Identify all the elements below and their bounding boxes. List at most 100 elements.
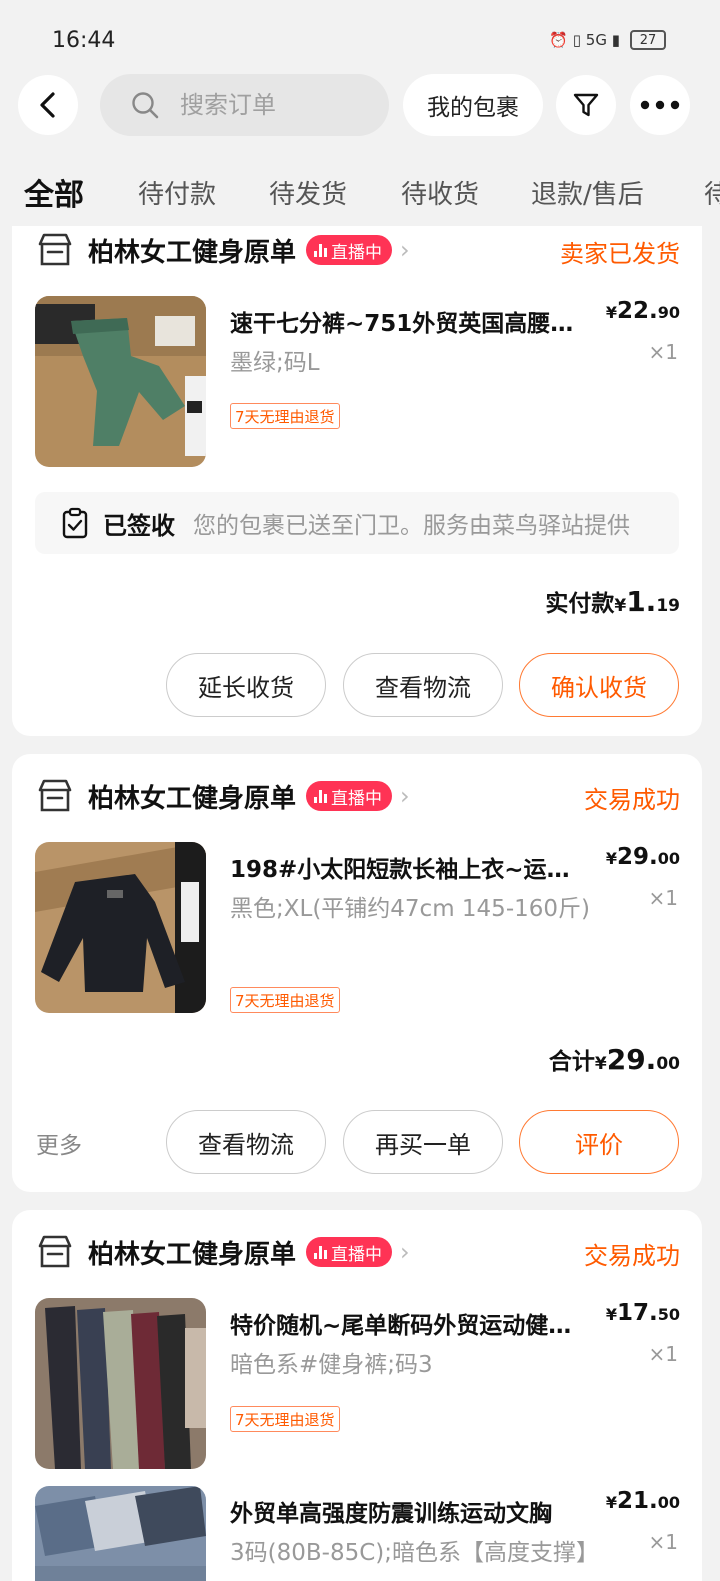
status-bar: 16:44 ⏰ ▯ 5G ▮ 27 xyxy=(0,0,720,72)
chevron-right-icon: › xyxy=(400,782,410,810)
price-integer: 29. xyxy=(616,844,658,870)
total-label: 实付款 xyxy=(545,591,615,617)
live-badge[interactable]: 直播中 xyxy=(306,781,393,811)
view-logistics-button[interactable]: 查看物流 xyxy=(166,1110,326,1174)
product-spec: 墨绿;码L xyxy=(230,350,320,376)
product-spec: 暗色系#健身裤;码3 xyxy=(230,1352,433,1378)
total-integer: 1. xyxy=(626,585,657,618)
store-icon xyxy=(38,1235,72,1268)
status-icons: ⏰ ▯ 5G ▮ 27 xyxy=(549,30,666,50)
live-bars-icon xyxy=(314,243,328,257)
tab-refund[interactable]: 退款/售后 xyxy=(531,174,644,211)
tab-pending-payment[interactable]: 待付款 xyxy=(138,174,216,211)
green-pants-photo xyxy=(35,296,206,467)
live-label: 直播中 xyxy=(331,1244,383,1265)
more-dots-icon xyxy=(640,100,680,110)
total-decimal: 19 xyxy=(656,596,680,616)
logistics-status: 已签收 xyxy=(103,511,175,540)
order-tabs: 全部 待付款 待发货 待收货 退款/售后 待 xyxy=(0,160,720,226)
product-image[interactable] xyxy=(35,842,206,1013)
filter-button[interactable] xyxy=(556,75,616,135)
return-policy-tag: 7天无理由退货 xyxy=(230,1406,340,1432)
product-image[interactable] xyxy=(35,1298,206,1469)
tab-pending-receipt[interactable]: 待收货 xyxy=(401,174,479,211)
order-card[interactable]: 柏林女工健身原单 直播中 › 交易成功 198#小太阳短款长袖上衣~运动健身 黑… xyxy=(12,754,702,1192)
live-badge[interactable]: 直播中 xyxy=(306,1237,393,1267)
leggings-photo xyxy=(35,1298,206,1469)
shop-name[interactable]: 柏林女工健身原单 xyxy=(88,1234,296,1271)
product-name[interactable]: 外贸单高强度防震训练运动文胸 xyxy=(230,1494,590,1528)
buy-again-button[interactable]: 再买一单 xyxy=(343,1110,503,1174)
extend-receipt-button[interactable]: 延长收货 xyxy=(166,653,326,717)
shop-name[interactable]: 柏林女工健身原单 xyxy=(88,778,296,815)
live-bars-icon xyxy=(314,1245,328,1259)
confirm-receipt-button[interactable]: 确认收货 xyxy=(519,653,679,717)
product-price: ¥21.00 xyxy=(605,1488,680,1514)
more-options-button[interactable] xyxy=(630,75,690,135)
more-link[interactable]: 更多 xyxy=(36,1126,82,1160)
price-decimal: 00 xyxy=(657,1493,680,1512)
product-quantity: ×1 xyxy=(648,340,678,364)
live-bars-icon xyxy=(314,789,328,803)
tab-all[interactable]: 全部 xyxy=(24,170,84,214)
chevron-right-icon: › xyxy=(400,236,410,264)
battery-icon: 27 xyxy=(630,30,666,50)
product-spec: 黑色;XL(平铺约47cm 145-160斤) xyxy=(230,896,590,922)
product-price: ¥17.50 xyxy=(605,1300,680,1326)
product-name[interactable]: 特价随机~尾单断码外贸运动健身裤 xyxy=(230,1306,590,1340)
sports-bra-photo xyxy=(35,1486,206,1581)
return-policy-tag: 7天无理由退货 xyxy=(230,403,340,429)
order-card[interactable]: 柏林女工健身原单 直播中 › 卖家已发货 速干七分裤~751外贸英国高腰瑜伽裤 … xyxy=(12,226,702,736)
shop-header[interactable]: 柏林女工健身原单 直播中 › xyxy=(36,230,410,270)
product-quantity: ×1 xyxy=(648,1342,678,1366)
tab-pending-review[interactable]: 待 xyxy=(704,174,720,211)
search-bar[interactable] xyxy=(100,74,389,136)
logistics-message: 您的包裹已送至门卫。服务由菜鸟驿站提供 xyxy=(193,513,630,539)
product-image[interactable] xyxy=(35,1486,206,1581)
live-badge[interactable]: 直播中 xyxy=(306,235,393,265)
back-button[interactable] xyxy=(18,75,78,135)
price-decimal: 90 xyxy=(657,303,680,322)
filter-icon xyxy=(573,93,599,117)
view-logistics-button[interactable]: 查看物流 xyxy=(343,653,503,717)
back-arrow-icon xyxy=(40,92,55,118)
price-integer: 22. xyxy=(616,298,658,324)
search-icon xyxy=(132,92,159,119)
price-integer: 17. xyxy=(616,1300,658,1326)
total-label: 合计 xyxy=(548,1049,595,1075)
shop-header[interactable]: 柏林女工健身原单 直播中 › xyxy=(36,1232,410,1272)
price-decimal: 00 xyxy=(657,849,680,868)
chevron-right-icon: › xyxy=(400,1238,410,1266)
my-packages-button[interactable]: 我的包裹 xyxy=(403,74,543,136)
order-status: 卖家已发货 xyxy=(560,240,680,268)
order-card[interactable]: 柏林女工健身原单 直播中 › 交易成功 特价随机~尾单断码外贸运动健身裤 暗色系… xyxy=(12,1210,702,1581)
price-decimal: 50 xyxy=(657,1305,680,1324)
product-spec: 3码(80B-85C);暗色系【高度支撑】 xyxy=(230,1540,599,1566)
top-bar: 我的包裹 xyxy=(0,72,720,142)
product-quantity: ×1 xyxy=(648,886,678,910)
product-name[interactable]: 198#小太阳短款长袖上衣~运动健身 xyxy=(230,850,590,884)
logistics-summary[interactable]: 已签收 您的包裹已送至门卫。服务由菜鸟驿站提供 xyxy=(35,492,679,554)
shop-header[interactable]: 柏林女工健身原单 直播中 › xyxy=(36,776,410,816)
order-status: 交易成功 xyxy=(584,1242,680,1270)
shop-name[interactable]: 柏林女工健身原单 xyxy=(88,232,296,269)
clipboard-check-icon xyxy=(62,507,88,539)
product-image[interactable] xyxy=(35,296,206,467)
live-label: 直播中 xyxy=(331,788,383,809)
order-status: 交易成功 xyxy=(584,786,680,814)
product-price: ¥29.00 xyxy=(605,844,680,870)
total-integer: 29. xyxy=(606,1043,657,1076)
store-icon xyxy=(38,779,72,812)
review-button[interactable]: 评价 xyxy=(519,1110,679,1174)
tab-pending-shipment[interactable]: 待发货 xyxy=(269,174,347,211)
search-input[interactable] xyxy=(180,91,370,119)
order-total: 合计¥29.00 xyxy=(548,1043,680,1076)
product-price: ¥22.90 xyxy=(605,298,680,324)
return-policy-tag: 7天无理由退货 xyxy=(230,987,340,1013)
price-integer: 21. xyxy=(616,1488,658,1514)
status-indicator-icons: ⏰ ▯ 5G ▮ xyxy=(549,31,620,49)
product-name[interactable]: 速干七分裤~751外贸英国高腰瑜伽裤 xyxy=(230,304,590,338)
status-time: 16:44 xyxy=(52,28,116,53)
total-decimal: 00 xyxy=(656,1054,680,1074)
order-total: 实付款¥1.19 xyxy=(545,585,680,618)
